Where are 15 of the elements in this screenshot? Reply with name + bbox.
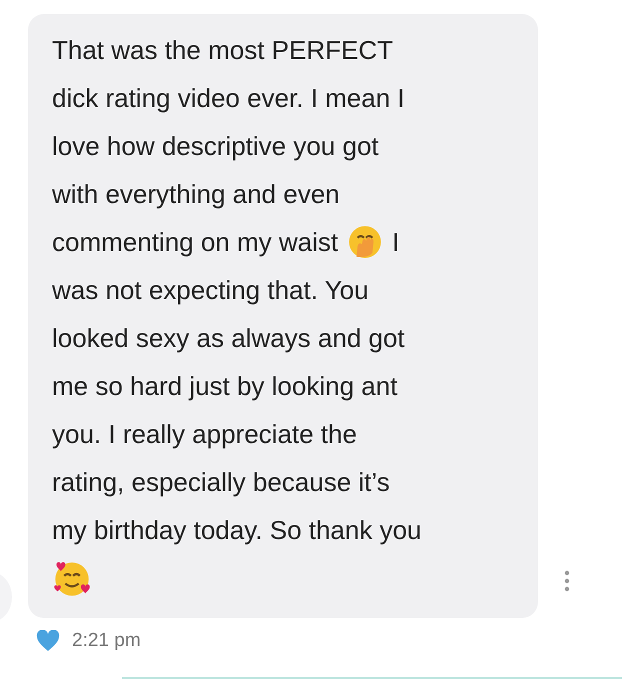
message-text: looked sexy as always and got <box>52 322 405 355</box>
message-text: me so hard just by looking ant <box>52 370 398 403</box>
message-text: was not expecting that. You <box>52 274 369 307</box>
message-text: That was the most PERFECT <box>52 34 393 67</box>
message-text: with everything and even <box>52 178 340 211</box>
message-time: 2:21 pm <box>72 630 141 652</box>
message-text: rating, especially because it’s <box>52 466 390 499</box>
message-text: I <box>392 226 400 259</box>
face-with-hand-icon <box>348 225 382 259</box>
message-text: love how descriptive you got <box>52 130 379 163</box>
message-text: dick rating video ever. I mean I <box>52 82 405 115</box>
message-text: commenting on my waist <box>52 226 338 259</box>
more-options-icon[interactable] <box>564 570 570 592</box>
message-text: my birthday today. So thank you <box>52 514 422 547</box>
message-text: you. I really appreciate the <box>52 418 357 451</box>
